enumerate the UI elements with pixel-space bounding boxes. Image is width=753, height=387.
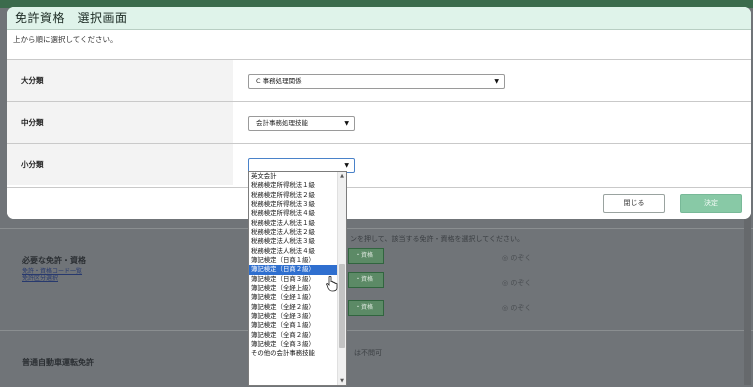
license-category-link[interactable]: 免許区分選択 [22,273,58,282]
dropdown-option[interactable]: 簿記検定（全経２級） [249,303,346,312]
exclude-option-label: のぞく [510,304,532,312]
dropdown-option[interactable]: 税務検定法人税法２級 [249,228,346,237]
select-license-button[interactable]: ・資格 [348,272,384,288]
mouse-pointer-icon [326,276,338,292]
major-category-select[interactable]: C 事務処理関係 ▼ [248,74,505,89]
license-selection-modal: 免許資格 選択画面 上から順に選択してください。 大分類 C 事務処理関係 ▼ … [7,7,751,219]
major-category-value: C 事務処理関係 [256,77,302,85]
dropdown-option[interactable]: 税務検定所得税法２級 [249,191,346,200]
scrollbar-thumb[interactable] [339,264,345,348]
scroll-up-arrow-icon[interactable]: ▲ [338,172,346,180]
modal-title: 免許資格 選択画面 [15,11,128,25]
dropdown-option[interactable]: 英文会計 [249,172,346,181]
background-hint-text: ンを押して、該当する免許・資格を選択してください。 [350,235,525,243]
dropdown-option[interactable]: 簿記検定（全経１級） [249,293,346,302]
select-license-button[interactable]: ・資格 [348,300,384,316]
dropdown-option[interactable]: 簿記検定（全経３級） [249,312,346,321]
major-category-label: 大分類 [7,60,233,101]
exclude-option-label: のぞく [510,254,532,262]
middle-category-select[interactable]: 会計事務処理技能 ▼ [248,116,355,131]
background-row-divider [0,330,753,331]
dropdown-option[interactable]: 税務検定法人税法４級 [249,247,346,256]
minor-category-row: 小分類 ▼ [7,143,751,185]
exclude-option[interactable]: ◎ のぞく [502,278,531,288]
dropdown-arrow-icon: ▼ [344,120,349,127]
required-license-label: 必要な免許・資格 [22,256,86,265]
middle-category-row: 中分類 会計事務処理技能 ▼ [7,101,751,143]
select-license-button-label: ・資格 [355,276,374,283]
dropdown-option[interactable]: 税務検定所得税法１級 [249,181,346,190]
dropdown-options: 英文会計 税務検定所得税法１級 税務検定所得税法２級 税務検定所得税法３級 税務検定所得… [249,172,346,359]
major-category-cell: C 事務処理関係 ▼ [233,60,751,101]
dropdown-option[interactable]: 簿記検定（日商２級） [249,265,346,275]
middle-category-label: 中分類 [7,102,233,143]
dropdown-option[interactable]: その他の会計事務技能 [249,349,346,358]
dropdown-option[interactable]: 簿記検定（全商３級） [249,340,346,349]
driver-license-label: 普通自動車運転免許 [22,358,94,367]
dropdown-option[interactable]: 簿記検定（日商１級） [249,256,346,265]
middle-category-cell: 会計事務処理技能 ▼ [233,102,751,143]
dropdown-option[interactable]: 簿記検定（全商２級） [249,331,346,340]
select-license-button-label: ・資格 [355,252,374,259]
confirm-button[interactable]: 決定 [680,194,742,213]
background-row-divider [0,228,753,229]
exclude-option-label: のぞく [510,279,532,287]
driver-license-note: は不問可 [354,349,382,357]
exclude-option[interactable]: ◎ のぞく [502,303,531,313]
close-button[interactable]: 閉じる [603,194,665,213]
modal-header: 免許資格 選択画面 [7,7,751,30]
exclude-option[interactable]: ◎ のぞく [502,253,531,263]
dropdown-option[interactable]: 税務検定所得税法４級 [249,209,346,218]
dropdown-option[interactable]: 税務検定所得税法３級 [249,200,346,209]
major-category-row: 大分類 C 事務処理関係 ▼ [7,59,751,101]
dropdown-scrollbar[interactable]: ▲ ▼ [337,172,346,385]
dropdown-option[interactable]: 簿記検定（全商１級） [249,321,346,330]
dropdown-option[interactable]: 税務検定法人税法３級 [249,237,346,246]
dropdown-option[interactable]: 税務検定法人税法１級 [249,219,346,228]
select-license-button[interactable]: ・資格 [348,248,384,264]
minor-category-label: 小分類 [7,144,233,185]
scroll-down-arrow-icon[interactable]: ▼ [338,377,346,385]
modal-footer: 閉じる 決定 [7,187,751,219]
select-license-button-label: ・資格 [355,304,374,311]
dropdown-arrow-icon: ▼ [494,78,499,85]
middle-category-value: 会計事務処理技能 [256,119,308,127]
